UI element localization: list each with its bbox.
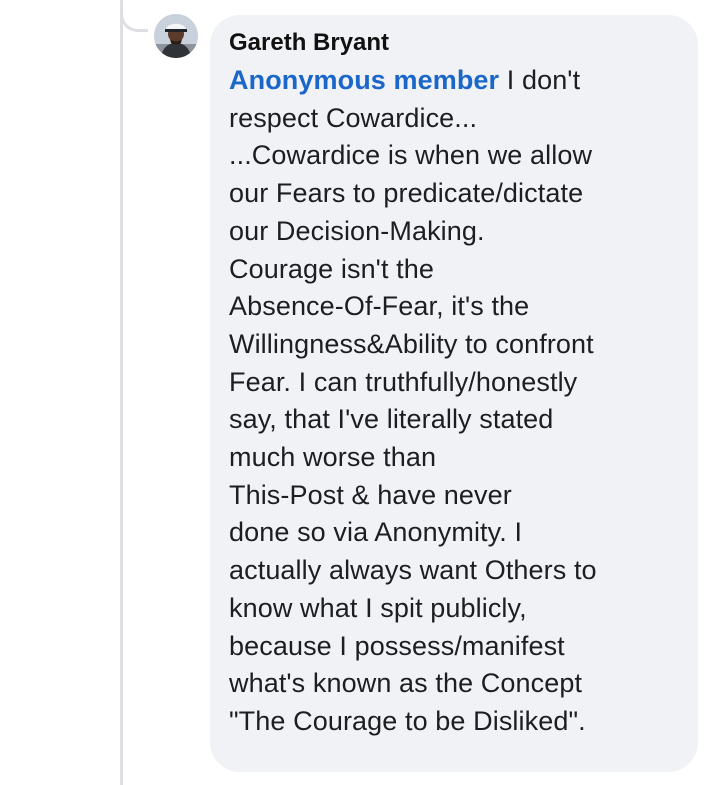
reply-thread-line [120,0,123,785]
comment-line-text: ...Cowardice is when we allow [229,140,593,171]
avatar-photo-icon [154,14,198,58]
mention-link[interactable]: Anonymous member [229,65,499,95]
comment-line-text: Willingness&Ability to confront [229,328,594,359]
comment-line-text: actually always want Others to [229,555,597,586]
comment-line-text: This-Post & have never [229,479,512,510]
comment-line-text: know what I spit publicly, [229,592,527,623]
comment-line-text: Fear. I can truthfully/honestly [229,366,578,397]
comment-line-text: our Fears to predicate/dictate [229,178,584,209]
comment-bubble: Gareth Bryant Anonymous member I don't r… [210,15,698,772]
comment-line-text: "The Courage to be Disliked". [229,705,586,736]
comment-line: Anonymous member I don't [229,62,684,100]
avatar[interactable] [154,14,198,58]
comment-line-text: say, that I've literally stated [229,404,554,435]
comment-author-name[interactable]: Gareth Bryant [229,26,684,60]
comment-thread: Gareth Bryant Anonymous member I don't r… [0,0,720,785]
comment-text: Anonymous member I don't respect Cowardi… [229,62,684,741]
comment-line-text: what's known as the Concept [229,668,583,699]
comment-line-text: because I possess/manifest [229,630,565,661]
reply-connector [120,0,148,32]
comment-line-text: much worse than [229,442,437,473]
comment-line-text: respect Cowardice... [229,102,478,133]
comment-line-text: Absence-Of-Fear, it's the [229,291,530,322]
comment-line-text: our Decision-Making. [229,215,485,246]
comment-line-text: Courage isn't the [229,253,434,284]
comment-line-text: I don't [499,65,581,95]
comment-line-text: done so via Anonymity. I [229,517,523,548]
